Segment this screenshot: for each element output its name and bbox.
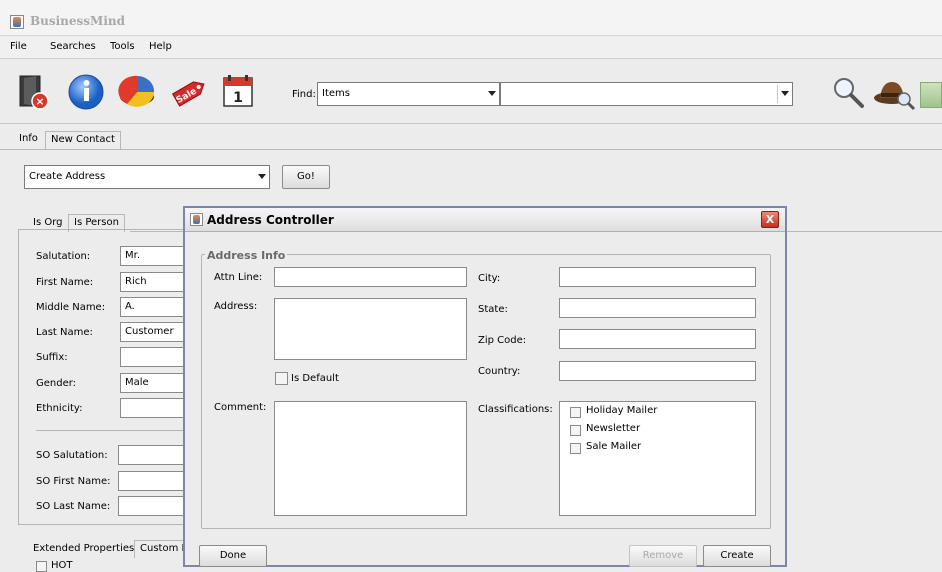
attn-line-field[interactable] xyxy=(274,267,467,287)
chevron-down-icon xyxy=(781,91,789,96)
is-default-checkbox[interactable] xyxy=(275,372,288,385)
divider xyxy=(36,430,186,431)
calendar-icon: 1 xyxy=(223,75,253,107)
calendar-button[interactable]: 1 xyxy=(218,72,258,112)
sale-mailer-checkbox[interactable] xyxy=(570,443,581,454)
find-label: Find: xyxy=(292,89,316,100)
info-icon xyxy=(68,74,104,110)
so-first-name-field[interactable] xyxy=(118,471,190,491)
dialog-title-bar: Address Controller X xyxy=(185,208,785,232)
ethnicity-label: Ethnicity: xyxy=(36,403,83,414)
find-type-value: Items xyxy=(322,88,350,99)
first-name-field[interactable]: Rich xyxy=(120,272,190,292)
so-salutation-field[interactable] xyxy=(118,445,190,465)
map-icon[interactable] xyxy=(920,82,942,108)
sale-button[interactable]: Sale xyxy=(170,72,210,112)
create-select-value: Create Address xyxy=(29,171,106,182)
tab-extended-properties[interactable]: Extended Properties xyxy=(28,541,140,559)
dialog-title: Address Controller xyxy=(207,213,334,227)
chevron-down-icon xyxy=(258,174,266,179)
holiday-mailer-label: Holiday Mailer xyxy=(586,405,658,416)
find-type-select[interactable]: Items xyxy=(317,82,500,106)
comment-textarea[interactable] xyxy=(274,401,467,516)
advanced-search-button[interactable] xyxy=(872,72,916,112)
search-icon xyxy=(834,78,864,108)
tab-info[interactable]: Info xyxy=(14,131,43,149)
ethnicity-field[interactable] xyxy=(120,398,190,418)
newsletter-checkbox[interactable] xyxy=(570,425,581,436)
tab-new-contact[interactable]: New Contact xyxy=(45,131,121,149)
so-last-name-label: SO Last Name: xyxy=(36,501,111,512)
address-textarea[interactable] xyxy=(274,298,467,360)
hot-label: HOT xyxy=(51,560,73,571)
sale-mailer-label: Sale Mailer xyxy=(586,441,642,452)
newsletter-label: Newsletter xyxy=(586,423,641,434)
address-info-legend: Address Info xyxy=(205,249,288,262)
find-input[interactable] xyxy=(500,82,793,106)
create-select[interactable]: Create Address xyxy=(24,165,270,189)
address-controller-dialog: Address Controller X Address Info Attn L… xyxy=(183,206,787,567)
menu-tools[interactable]: Tools xyxy=(110,41,135,52)
so-salutation-label: SO Salutation: xyxy=(36,450,108,461)
classifications-list[interactable]: Holiday Mailer Newsletter Sale Mailer xyxy=(559,401,756,516)
salutation-label: Salutation: xyxy=(36,251,91,262)
report-button[interactable] xyxy=(117,72,157,112)
window-title: BusinessMind xyxy=(30,14,126,28)
svg-text:Sale: Sale xyxy=(175,86,199,106)
country-label: Country: xyxy=(478,366,521,377)
so-last-name-field[interactable] xyxy=(118,496,190,516)
middle-name-label: Middle Name: xyxy=(36,302,106,313)
info-button[interactable] xyxy=(66,72,106,112)
svg-text:×: × xyxy=(35,95,44,108)
middle-name-field[interactable]: A. xyxy=(120,297,190,317)
zip-code-label: Zip Code: xyxy=(478,335,527,346)
sale-tag-icon: Sale xyxy=(171,81,205,107)
city-label: City: xyxy=(478,273,501,284)
close-button[interactable]: X xyxy=(761,211,779,228)
country-field[interactable] xyxy=(559,361,756,381)
classifications-label: Classifications: xyxy=(478,404,553,415)
state-field[interactable] xyxy=(559,298,756,318)
chevron-down-icon xyxy=(488,91,496,96)
state-label: State: xyxy=(478,304,508,315)
close-icon: X xyxy=(765,213,775,226)
menu-file[interactable]: File xyxy=(10,41,27,52)
comment-label: Comment: xyxy=(214,402,267,413)
attn-line-label: Attn Line: xyxy=(214,272,263,283)
exit-icon: × xyxy=(19,75,49,110)
remove-button[interactable]: Remove xyxy=(629,545,697,567)
java-app-icon xyxy=(190,213,203,226)
address-label: Address: xyxy=(214,301,258,312)
last-name-field[interactable]: Customer xyxy=(120,322,190,342)
last-name-label: Last Name: xyxy=(36,327,93,338)
is-default-label: Is Default xyxy=(291,373,339,384)
done-button[interactable]: Done xyxy=(199,545,267,567)
so-first-name-label: SO First Name: xyxy=(36,476,111,487)
java-app-icon xyxy=(10,15,24,29)
holiday-mailer-checkbox[interactable] xyxy=(570,407,581,418)
window-title-bar: BusinessMind xyxy=(0,0,942,36)
gender-select[interactable]: Male xyxy=(120,373,190,393)
exit-button[interactable]: × xyxy=(14,72,54,112)
create-button[interactable]: Create xyxy=(703,545,771,567)
menu-searches[interactable]: Searches xyxy=(50,41,96,52)
suffix-field[interactable] xyxy=(120,347,190,367)
suffix-label: Suffix: xyxy=(36,352,68,363)
menu-help[interactable]: Help xyxy=(149,41,172,52)
svg-text:1: 1 xyxy=(233,90,243,106)
zip-code-field[interactable] xyxy=(559,329,756,349)
city-field[interactable] xyxy=(559,267,756,287)
gender-label: Gender: xyxy=(36,378,77,389)
pie-chart-icon xyxy=(118,75,155,107)
first-name-label: First Name: xyxy=(36,277,94,288)
search-button[interactable] xyxy=(828,72,868,112)
menu-bar: File Searches Tools Help xyxy=(0,37,942,59)
go-button[interactable]: Go! xyxy=(282,165,330,189)
detective-hat-icon xyxy=(874,82,916,111)
salutation-field[interactable]: Mr. xyxy=(120,246,190,266)
